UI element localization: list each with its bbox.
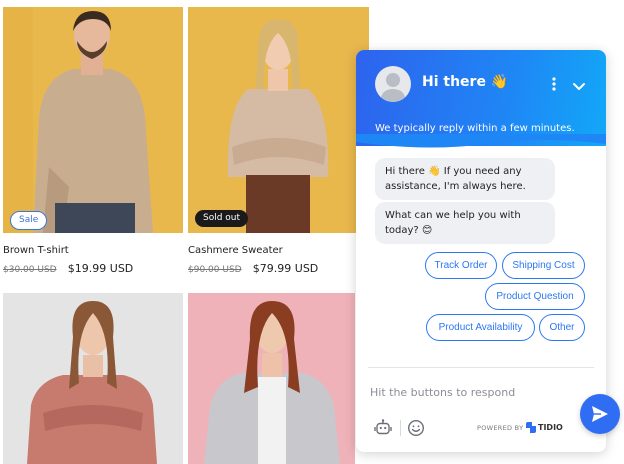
bot-icon[interactable] [374,419,392,437]
price-row: $30.00 USD $19.99 USD [3,262,133,275]
tidio-logo-icon [526,422,536,433]
quick-reply-track-order[interactable]: Track Order [425,252,497,279]
send-button[interactable] [580,394,620,434]
quick-reply-product-question[interactable]: Product Question [485,283,585,310]
model-photo [3,293,183,464]
price-row: $90.00 USD $79.99 USD [188,262,318,275]
chat-header-subtitle: We typically reply within a few minutes. [375,123,575,134]
product-image[interactable]: Sale [3,7,183,233]
sold-out-badge: Sold out [195,210,249,227]
sale-badge: Sale [10,211,48,230]
emoji-icon[interactable] [407,419,425,437]
product-image[interactable] [3,293,183,464]
product-title[interactable]: Cashmere Sweater [188,245,283,256]
bot-message: Hi there 👋 If you need any assistance, I… [375,158,555,200]
product-image[interactable] [188,293,355,464]
original-price: $90.00 USD [188,265,242,275]
chat-widget: Hi there 👋 We typically reply within a f… [356,50,606,452]
quick-reply-other[interactable]: Other [539,314,585,341]
tidio-brand[interactable]: TIDIO [538,423,563,432]
message-input[interactable] [370,382,570,402]
user-avatar-icon [375,66,411,102]
model-photo [188,7,369,233]
bot-message: What can we help you with today? 😊 [375,202,555,244]
model-photo [3,7,183,233]
footer-separator [400,420,401,436]
original-price: $30.00 USD [3,265,57,275]
product-image[interactable]: Sold out [188,7,369,233]
send-icon [592,406,608,422]
quick-reply-shipping-cost[interactable]: Shipping Cost [502,252,585,279]
powered-by-label: POWERED BY [477,424,524,432]
chevron-down-icon[interactable] [572,78,586,90]
model-photo [188,293,355,464]
sale-price: $19.99 USD [67,262,134,275]
product-title[interactable]: Brown T-shirt [3,245,69,256]
chat-header-title: Hi there 👋 [422,74,509,90]
sale-price: $79.99 USD [252,262,319,275]
chat-header: Hi there 👋 We typically reply within a f… [356,50,606,146]
more-vertical-icon[interactable] [548,76,560,92]
quick-reply-product-availability[interactable]: Product Availability [426,314,535,341]
header-wave [356,134,606,148]
composer-divider [368,367,594,368]
